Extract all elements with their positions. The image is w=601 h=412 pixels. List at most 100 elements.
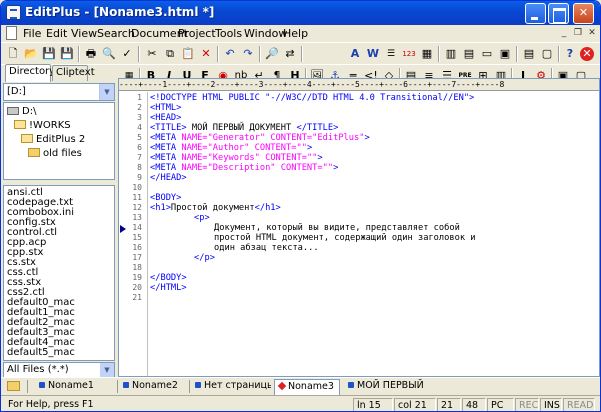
tree-item-works[interactable]: !WORKS [14,119,71,131]
line-number: 7 [137,153,142,162]
editplus-app-icon[interactable] [6,5,21,20]
maximize-button[interactable] [548,3,569,24]
undo-icon[interactable]: ↶ [222,46,238,62]
file-list: ansi.ctl codepage.txt combobox.ini confi… [3,185,115,361]
menu-help[interactable]: Help [283,27,308,40]
chevron-down-icon[interactable]: ▼ [99,84,114,100]
line-number: 12 [132,203,142,212]
line-number: 5 [137,133,142,142]
save-icon[interactable]: 💾 [41,46,57,62]
doc-tab-no-page[interactable]: Нет страницы дл [191,379,271,395]
paste-icon[interactable]: 📋 [180,46,196,62]
menu-tools[interactable]: Tools [215,27,242,40]
dir-window-icon[interactable]: ▥ [443,46,459,62]
chevron-down-icon[interactable]: ▼ [100,363,114,377]
code-line-7: <META NAME="Keywords" CONTENT=""> [150,153,323,163]
find-icon[interactable]: 🔎 [264,46,280,62]
status-help-text: For Help, press F1 [8,399,94,410]
cliptext-icon[interactable]: ▤ [461,46,477,62]
minimize-button[interactable] [525,3,546,24]
code-line-14: Документ, который вы видите, представляе… [214,223,460,233]
stop-icon[interactable]: ▢ [539,46,555,62]
file-item[interactable]: default5_mac [7,347,75,358]
line-number-gutter: 1 2 3 4 5 6 7 8 9 10 11 12 13 14 15 16 17 18 19 20 21 [119,92,147,376]
doc-tab-noname3[interactable]: Noname3 [274,379,340,395]
drive-select[interactable]: [D:] ▼ [3,83,115,101]
line-number: 21 [132,293,142,302]
main-toolbar: 🗋 📂 💾 💾 🖶 🔍 ✓ ✂ ⧉ 📋 ✕ ↶ ↷ 🔎 ⇄ A W ☰ 123 … [1,42,600,64]
drive-value: [D:] [7,86,26,97]
title-bar[interactable]: EditPlus - [Noname3.html *] ✕ [1,1,600,25]
status-ins[interactable]: INS [540,398,562,411]
code-line-4: <TITLE> МОЙ ПЕРВЫЙ ДОКУМЕНТ </TITLE> [150,123,339,133]
menu-window[interactable]: Window [244,27,287,40]
line-number-icon[interactable]: 123 [401,46,417,62]
folder-icon[interactable] [7,381,20,391]
code-line-19: </BODY> [150,273,187,283]
line-number: 3 [137,113,142,122]
directory-panel: Directory Cliptext [D:] ▼ D:\ !WORKS Edi… [1,64,117,379]
output-window-icon[interactable]: ▭ [479,46,495,62]
menu-edit[interactable]: Edit [46,27,67,40]
tree-item-drive[interactable]: D:\ [7,106,36,117]
line-number: 6 [137,143,142,152]
mdi-close-icon[interactable]: ✕ [586,28,598,39]
ruler-icon[interactable]: ☰ [383,46,399,62]
code-line-13: <p> [194,213,210,223]
menu-project[interactable]: Project [178,27,216,40]
close-button[interactable]: ✕ [573,3,594,24]
code-editor[interactable]: ----+----1----+----2----+----3----+----4… [118,78,600,377]
file-filter-select[interactable]: All Files (*.*) ▼ [3,362,115,378]
redo-icon[interactable]: ↷ [240,46,256,62]
code-line-5: <META NAME="Generator" CONTENT="EditPlus… [150,133,370,143]
replace-icon[interactable]: ⇄ [282,46,298,62]
tab-cliptext[interactable]: Cliptext [52,65,95,81]
folder-tree: D:\ !WORKS EditPlus 2 old files [3,102,115,180]
line-number: 4 [137,123,142,132]
cancel-icon[interactable]: ✕ [580,47,594,61]
html-toolbar-icon[interactable]: ▤ [521,46,537,62]
status-file-format[interactable]: PC [487,398,514,411]
new-icon[interactable]: 🗋 [5,46,21,62]
open-icon[interactable]: 📂 [23,46,39,62]
tree-item-old-files[interactable]: old files [28,147,82,159]
menu-search[interactable]: Search [97,27,135,40]
menu-file[interactable]: File [23,27,41,40]
folder-open-icon [21,133,33,143]
doc-tab-first-doc[interactable]: МОЙ ПЕРВЫЙ ДОК [344,379,426,395]
save-all-icon[interactable]: 💾 [59,46,75,62]
tab-directory[interactable]: Directory [5,64,55,82]
mdi-restore-icon[interactable]: ❐ [572,28,584,39]
mdi-minimize-icon[interactable]: _ [558,28,570,39]
spell-check-icon[interactable]: ✓ [119,46,135,62]
font-icon[interactable]: A [347,46,363,62]
tree-item-editplus[interactable]: EditPlus 2 [21,133,85,145]
print-preview-icon[interactable]: 🔍 [101,46,117,62]
editplus-window: EditPlus - [Noname3.html *] ✕ File Edit … [0,0,601,412]
code-line-1: <!DOCTYPE HTML PUBLIC "-//W3C//DTD HTML … [150,93,475,103]
file-icon [195,381,201,388]
status-value-1: 21 [437,398,461,411]
word-wrap-icon[interactable]: W [365,46,381,62]
doc-tab-noname1[interactable]: Noname1 [35,379,115,395]
ruler: ----+----1----+----2----+----3----+----4… [119,79,599,91]
column-icon[interactable]: ▦ [419,46,435,62]
copy-icon[interactable]: ⧉ [162,46,178,62]
menu-view[interactable]: View [71,27,97,40]
browser-icon[interactable]: ▣ [497,46,513,62]
print-icon[interactable]: 🖶 [83,46,99,62]
document-tabs: Noname1 Noname2 Нет страницы дл Noname3 … [1,377,600,395]
folder-open-icon [14,119,26,129]
folder-icon [28,147,40,157]
code-line-9: </HEAD> [150,173,187,183]
code-line-17: </p> [194,253,215,263]
status-column: col 21 [394,398,436,411]
cut-icon[interactable]: ✂ [144,46,160,62]
delete-icon[interactable]: ✕ [198,46,214,62]
help-icon[interactable]: ? [562,46,578,62]
document-icon[interactable] [6,26,17,40]
status-read[interactable]: READ [563,398,595,411]
doc-tab-noname2[interactable]: Noname2 [119,379,189,395]
modified-file-icon [277,381,287,390]
line-number: 11 [132,193,142,202]
